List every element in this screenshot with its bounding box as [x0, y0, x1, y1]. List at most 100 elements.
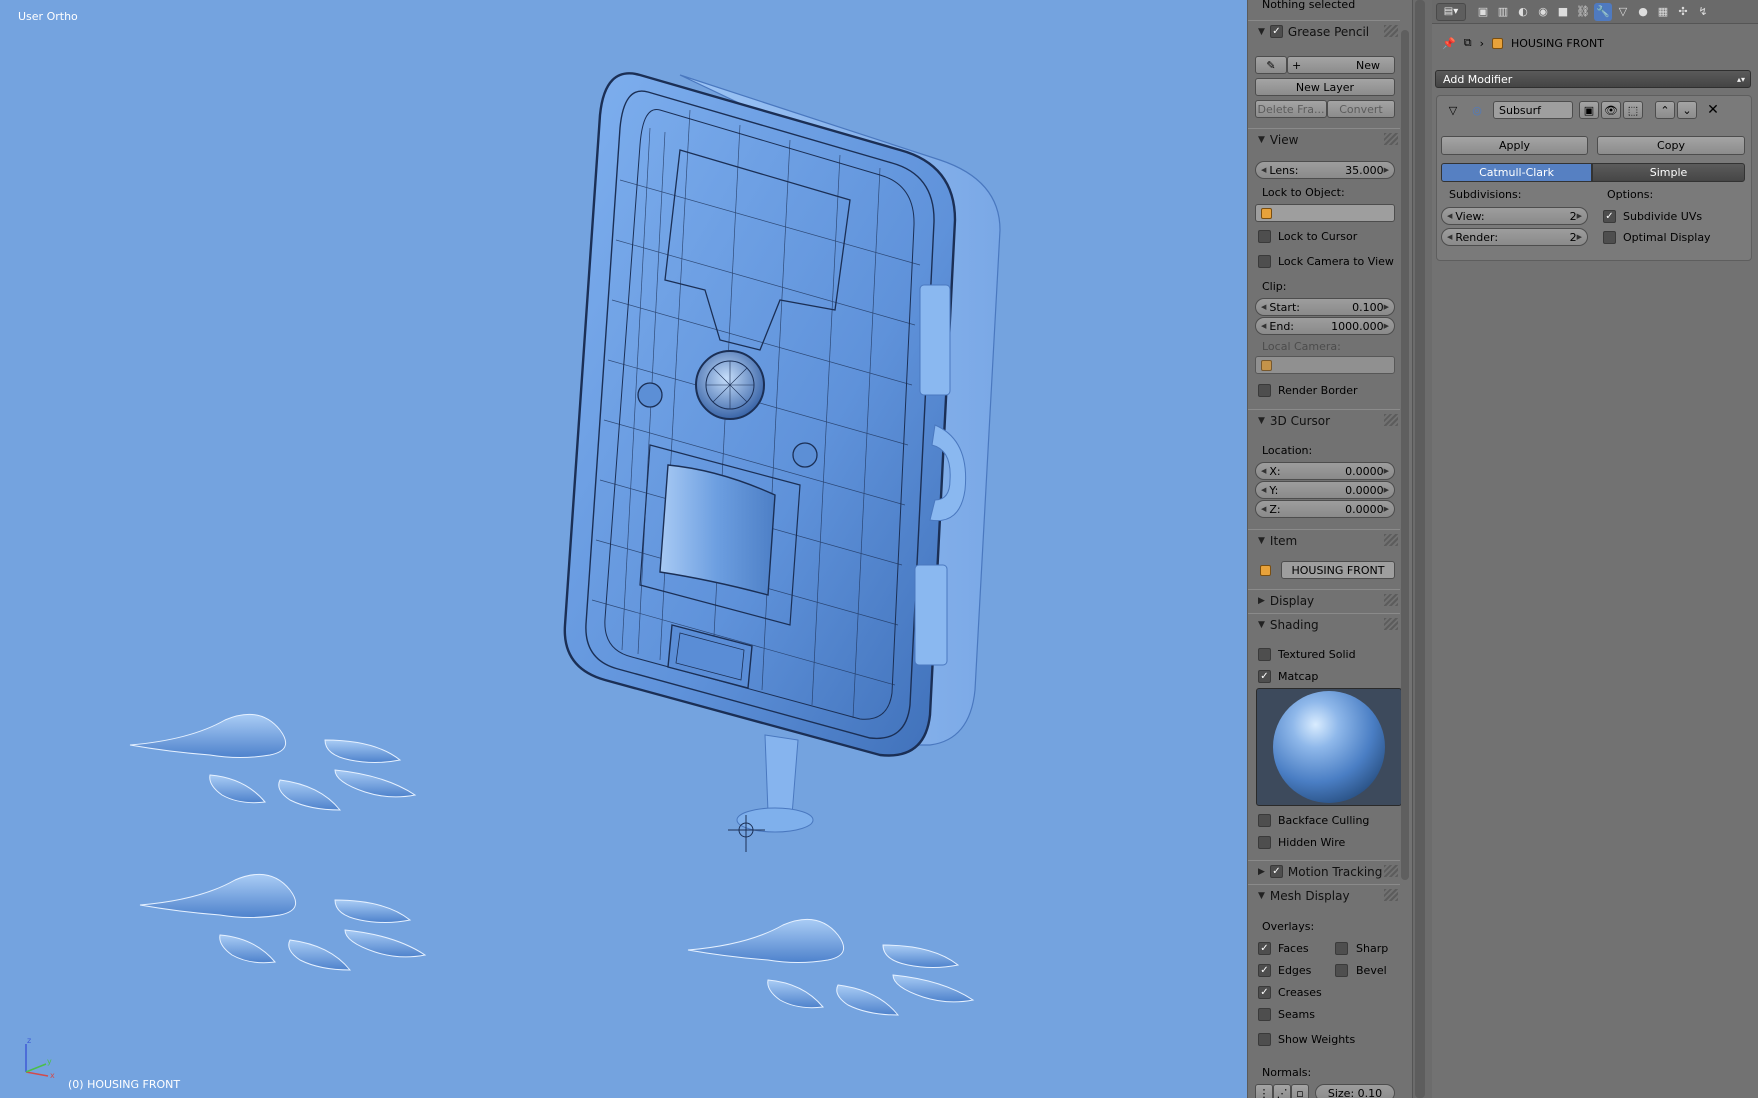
drag-grip-icon[interactable]: [1384, 133, 1398, 145]
divider-scrollbar[interactable]: [1415, 0, 1425, 1098]
increment-arrow-icon[interactable]: ▶: [1577, 233, 1582, 241]
textured-solid-checkbox[interactable]: [1258, 648, 1271, 661]
display-panel-header[interactable]: ▶ Display: [1248, 589, 1400, 611]
copy-button[interactable]: Copy: [1597, 136, 1745, 155]
modifier-name-field[interactable]: Subsurf: [1493, 101, 1573, 119]
increment-arrow-icon[interactable]: ▶: [1384, 303, 1389, 311]
cursor-panel-header[interactable]: ▼ 3D Cursor: [1248, 409, 1400, 431]
cursor-z-field[interactable]: ◀ Z: 0.0000 ▶: [1255, 500, 1395, 518]
npanel-scrollbar[interactable]: [1401, 30, 1409, 880]
bevel-checkbox[interactable]: [1335, 964, 1348, 977]
drag-grip-icon[interactable]: [1384, 414, 1398, 426]
mesh-display-panel-header[interactable]: ▼ Mesh Display: [1248, 884, 1400, 906]
view-levels-field[interactable]: ◀ View: 2 ▶: [1441, 207, 1588, 225]
new-layer-button[interactable]: New Layer: [1255, 78, 1395, 96]
expand-triangle-icon[interactable]: ▶: [1258, 596, 1265, 606]
simple-toggle[interactable]: Simple: [1592, 163, 1745, 182]
local-camera-field[interactable]: [1255, 356, 1395, 374]
vertex-normals-icon[interactable]: ⋮: [1255, 1084, 1273, 1098]
hidden-wire-checkbox[interactable]: [1258, 836, 1271, 849]
drag-grip-icon[interactable]: [1384, 534, 1398, 546]
faces-checkbox[interactable]: ✓: [1258, 942, 1271, 955]
optimal-display-checkbox[interactable]: [1603, 231, 1616, 244]
increment-arrow-icon[interactable]: ▶: [1384, 166, 1389, 174]
collapse-modifier-icon[interactable]: ▽: [1443, 101, 1463, 119]
collapse-triangle-icon[interactable]: ▼: [1258, 27, 1265, 37]
lock-cursor-checkbox[interactable]: [1258, 230, 1271, 243]
convert-button[interactable]: Convert: [1327, 100, 1395, 118]
material-tab-icon[interactable]: ●: [1634, 3, 1652, 21]
render-border-checkbox[interactable]: [1258, 384, 1271, 397]
motion-tracking-panel-header[interactable]: ▶ ✓ Motion Tracking: [1248, 860, 1400, 882]
texture-tab-icon[interactable]: ▦: [1654, 3, 1672, 21]
pin-icon[interactable]: 📌: [1442, 37, 1456, 50]
increment-arrow-icon[interactable]: ▶: [1384, 486, 1389, 494]
increment-arrow-icon[interactable]: ▶: [1384, 467, 1389, 475]
add-modifier-dropdown[interactable]: Add Modifier ▴▾: [1435, 70, 1751, 88]
sharp-checkbox[interactable]: [1335, 942, 1348, 955]
normals-size-field[interactable]: Size: 0.10: [1315, 1084, 1395, 1098]
render-levels-field[interactable]: ◀ Render: 2 ▶: [1441, 228, 1588, 246]
cursor-y-field[interactable]: ◀ Y: 0.0000 ▶: [1255, 481, 1395, 499]
pencil-icon[interactable]: ✎: [1255, 56, 1287, 74]
lock-camera-checkbox[interactable]: [1258, 255, 1271, 268]
drag-grip-icon[interactable]: [1384, 25, 1398, 37]
cursor-x-field[interactable]: ◀ X: 0.0000 ▶: [1255, 462, 1395, 480]
drag-grip-icon[interactable]: [1384, 618, 1398, 630]
drag-grip-icon[interactable]: [1384, 865, 1398, 877]
object-name-field[interactable]: HOUSING FRONT: [1281, 561, 1395, 579]
creases-checkbox[interactable]: ✓: [1258, 986, 1271, 999]
remove-modifier-icon[interactable]: ✕: [1703, 101, 1723, 119]
increment-arrow-icon[interactable]: ▶: [1384, 505, 1389, 513]
shading-panel-header[interactable]: ▼ Shading: [1248, 613, 1400, 635]
split-normals-icon[interactable]: ⋰: [1273, 1084, 1291, 1098]
region-divider[interactable]: [1412, 0, 1432, 1098]
constraints-tab-icon[interactable]: ⛓: [1574, 3, 1592, 21]
face-normals-icon[interactable]: ▫: [1291, 1084, 1309, 1098]
matcap-checkbox[interactable]: ✓: [1258, 670, 1271, 683]
particles-tab-icon[interactable]: ✣: [1674, 3, 1692, 21]
catmull-clark-toggle[interactable]: Catmull-Clark: [1441, 163, 1592, 182]
editor-type-menu-icon[interactable]: ▤▾: [1436, 2, 1466, 21]
grease-pencil-checkbox[interactable]: ✓: [1269, 25, 1283, 38]
increment-arrow-icon[interactable]: ▶: [1577, 212, 1582, 220]
clip-end-field[interactable]: ◀ End: 1000.000 ▶: [1255, 317, 1395, 335]
data-tab-icon[interactable]: ▽: [1614, 3, 1632, 21]
world-tab-icon[interactable]: ◉: [1534, 3, 1552, 21]
new-grease-pencil-button[interactable]: + New: [1287, 56, 1395, 74]
subdivide-uvs-checkbox[interactable]: ✓: [1603, 210, 1616, 223]
seams-checkbox[interactable]: [1258, 1008, 1271, 1021]
render-visibility-icon[interactable]: ▣: [1579, 101, 1599, 119]
delete-frame-button[interactable]: Delete Fra...: [1255, 100, 1327, 118]
modifiers-tab-icon[interactable]: 🔧: [1594, 2, 1612, 21]
scene-tab-icon[interactable]: ◐: [1514, 3, 1532, 21]
collapse-triangle-icon[interactable]: ▼: [1258, 620, 1265, 630]
lock-object-field[interactable]: [1255, 204, 1395, 222]
lens-field[interactable]: ◀ Lens: 35.000 ▶: [1255, 161, 1395, 179]
show-weights-checkbox[interactable]: [1258, 1033, 1271, 1046]
apply-button[interactable]: Apply: [1441, 136, 1588, 155]
3d-viewport[interactable]: User Ortho (0) HOUSING FRONT z x y: [0, 0, 1247, 1098]
drag-grip-icon[interactable]: [1384, 594, 1398, 606]
object-tab-icon[interactable]: ■: [1554, 3, 1572, 21]
backface-culling-checkbox[interactable]: [1258, 814, 1271, 827]
collapse-triangle-icon[interactable]: ▼: [1258, 416, 1265, 426]
render-layers-tab-icon[interactable]: ▥: [1494, 3, 1512, 21]
drag-grip-icon[interactable]: [1384, 889, 1398, 901]
collapse-triangle-icon[interactable]: ▼: [1258, 891, 1265, 901]
item-panel-header[interactable]: ▼ Item: [1248, 529, 1400, 551]
move-up-icon[interactable]: ⌃: [1655, 101, 1675, 119]
editmode-visibility-icon[interactable]: ⬚: [1623, 101, 1643, 119]
clip-start-field[interactable]: ◀ Start: 0.100 ▶: [1255, 298, 1395, 316]
increment-arrow-icon[interactable]: ▶: [1384, 322, 1389, 330]
physics-tab-icon[interactable]: ↯: [1694, 3, 1712, 21]
collapse-triangle-icon[interactable]: ▼: [1258, 536, 1265, 546]
viewport-visibility-icon[interactable]: 👁: [1601, 101, 1621, 119]
grease-pencil-panel-header[interactable]: ▼ ✓ Grease Pencil: [1248, 20, 1400, 42]
collapse-triangle-icon[interactable]: ▼: [1258, 135, 1265, 145]
matcap-preview[interactable]: [1256, 688, 1402, 806]
edges-checkbox[interactable]: ✓: [1258, 964, 1271, 977]
view-panel-header[interactable]: ▼ View: [1248, 128, 1400, 150]
render-tab-icon[interactable]: ▣: [1474, 3, 1492, 21]
motion-tracking-checkbox[interactable]: ✓: [1269, 865, 1283, 878]
